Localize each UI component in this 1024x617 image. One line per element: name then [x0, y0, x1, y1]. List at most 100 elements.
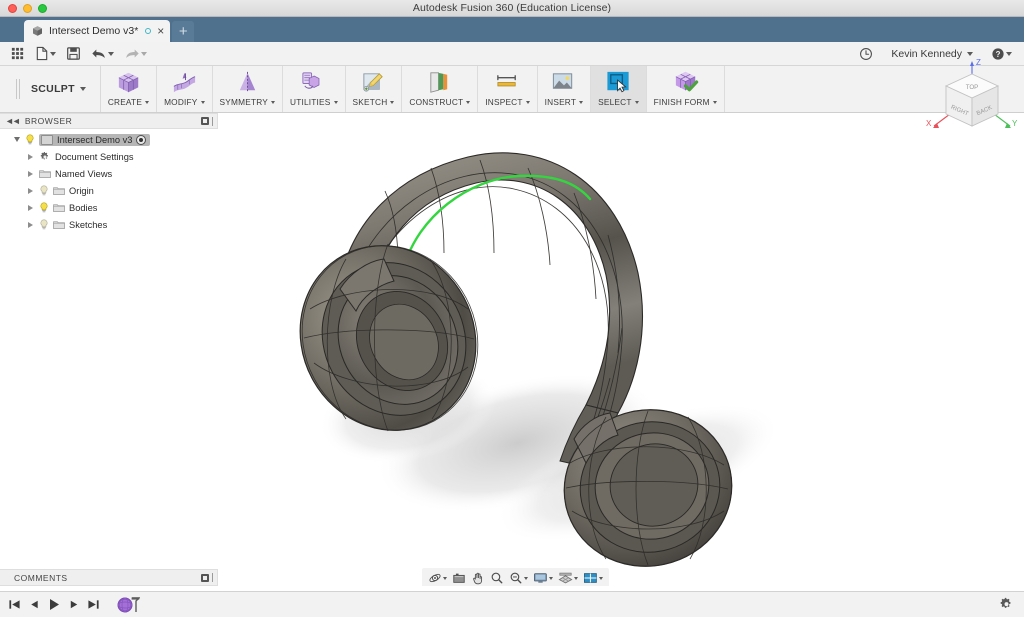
- file-menu-button[interactable]: [31, 44, 60, 63]
- browser-panel-header: ◄◄ BROWSER: [0, 113, 218, 129]
- panel-label: SYMMETRY: [220, 97, 275, 107]
- panel-resize-handle[interactable]: [212, 573, 213, 582]
- ribbon-panel-symmetry[interactable]: SYMMETRY: [213, 66, 283, 112]
- folder-icon: [53, 220, 65, 230]
- zoom-tool-button[interactable]: [488, 570, 506, 586]
- ribbon-panel-create[interactable]: CREATE: [101, 66, 157, 112]
- ribbon-panel-modify[interactable]: MODIFY: [157, 66, 212, 112]
- chevron-down-icon: [524, 577, 528, 580]
- viewcube[interactable]: Z X Y TOP RIGHT BACK: [924, 52, 1020, 147]
- tree-item-intersect-demo[interactable]: Intersect Demo v3: [0, 131, 218, 148]
- step-forward-button[interactable]: [68, 598, 80, 611]
- close-tab-icon[interactable]: ×: [157, 25, 164, 37]
- expander-icon[interactable]: [26, 152, 35, 161]
- panel-label: INSERT: [545, 97, 583, 107]
- radio-dot-icon[interactable]: [136, 135, 146, 145]
- headphones-model[interactable]: [218, 113, 1024, 571]
- job-status-button[interactable]: [855, 45, 877, 63]
- ribbon-panel-utilities[interactable]: UTILITIES: [283, 66, 346, 112]
- document-tabstrip: Intersect Demo v3* × +: [0, 17, 1024, 42]
- expander-icon[interactable]: [26, 169, 35, 178]
- unsaved-indicator-icon: [145, 28, 151, 34]
- orbit-tool-button[interactable]: [426, 570, 449, 586]
- play-button[interactable]: [47, 597, 61, 612]
- tspline-sphere-icon: [116, 595, 140, 615]
- viewports-icon: [583, 571, 598, 585]
- construct-plane-icon: [426, 69, 453, 96]
- ribbon-toolbar: SCULPT CREATE: [0, 66, 1024, 113]
- redo-button[interactable]: [120, 45, 151, 63]
- viewcube-faces[interactable]: TOP RIGHT BACK: [946, 74, 998, 126]
- expander-icon[interactable]: [12, 135, 21, 144]
- display-settings-button[interactable]: [531, 570, 555, 586]
- axis-label-z: Z: [976, 58, 981, 67]
- document-tab[interactable]: Intersect Demo v3* ×: [24, 20, 170, 42]
- chevron-down-icon: [549, 577, 553, 580]
- ribbon-panel-sketch[interactable]: SKETCH: [346, 66, 403, 112]
- tree-item-document-settings[interactable]: Document Settings: [0, 148, 218, 165]
- chevron-down-icon: [526, 101, 530, 104]
- panel-dock-icon[interactable]: [201, 574, 209, 582]
- panel-resize-handle[interactable]: [212, 117, 213, 126]
- viewcube-label-top: TOP: [966, 84, 979, 91]
- timeline-feature-marker[interactable]: [116, 595, 140, 615]
- visibility-bulb-icon[interactable]: [39, 219, 49, 230]
- orbit-icon: [428, 571, 442, 585]
- jump-to-beginning-button[interactable]: [8, 598, 21, 611]
- file-icon: [35, 46, 49, 61]
- panel-dock-icon[interactable]: [201, 117, 209, 125]
- visibility-bulb-icon[interactable]: [39, 185, 49, 196]
- chevron-down-icon: [574, 577, 578, 580]
- chevron-down-icon: [466, 101, 470, 104]
- expander-icon[interactable]: [26, 186, 35, 195]
- pan-tool-button[interactable]: [469, 570, 487, 586]
- axis-label-x: X: [926, 119, 932, 128]
- grid-snaps-button[interactable]: [556, 570, 580, 586]
- expander-icon[interactable]: [26, 220, 35, 229]
- workspace-selector[interactable]: SCULPT: [0, 66, 101, 112]
- look-at-tool-button[interactable]: [450, 570, 468, 586]
- grid-plane-icon: [558, 571, 573, 585]
- quick-access-left-group: [0, 44, 151, 63]
- timeline-settings-button[interactable]: [999, 596, 1014, 616]
- ribbon-panel-finish-form[interactable]: FINISH FORM: [647, 66, 725, 112]
- play-icon: [47, 597, 61, 612]
- gear-icon: [39, 151, 51, 163]
- zoom-fit-tool-button[interactable]: [507, 570, 530, 586]
- tree-item-sketches[interactable]: Sketches: [0, 216, 218, 233]
- tree-item-named-views[interactable]: Named Views: [0, 165, 218, 182]
- ribbon-panel-select[interactable]: SELECT: [591, 66, 646, 112]
- chevron-down-icon: [713, 101, 717, 104]
- show-data-panel-button[interactable]: [6, 44, 29, 63]
- comments-panel-header[interactable]: COMMENTS: [0, 569, 218, 586]
- model-viewport-content[interactable]: [218, 113, 1024, 571]
- document-icon: [41, 135, 53, 145]
- symmetry-mirror-icon: [234, 69, 261, 96]
- select-cursor-icon: [605, 69, 632, 96]
- chevron-down-icon: [201, 101, 205, 104]
- viewport-layout-button[interactable]: [581, 570, 605, 586]
- folder-icon: [39, 169, 51, 179]
- ribbon-panel-insert[interactable]: INSERT: [538, 66, 591, 112]
- undo-button[interactable]: [87, 45, 118, 63]
- visibility-bulb-icon[interactable]: [39, 202, 49, 213]
- sketch-pencil-icon: [360, 69, 387, 96]
- ribbon-panel-inspect[interactable]: INSPECT: [478, 66, 537, 112]
- tree-item-origin[interactable]: Origin: [0, 182, 218, 199]
- monitor-icon: [533, 571, 548, 585]
- expander-icon[interactable]: [26, 203, 35, 212]
- new-tab-button[interactable]: +: [172, 21, 194, 42]
- chevron-down-icon: [579, 101, 583, 104]
- visibility-bulb-icon[interactable]: [25, 134, 35, 145]
- ribbon-panel-construct[interactable]: CONSTRUCT: [402, 66, 478, 112]
- save-button[interactable]: [62, 44, 85, 63]
- jump-to-end-button[interactable]: [87, 598, 100, 611]
- tree-item-label: Intersect Demo v3: [57, 135, 132, 145]
- panel-icon-group: [605, 68, 632, 96]
- tree-item-label: Bodies: [69, 203, 97, 213]
- tree-item-bodies[interactable]: Bodies: [0, 199, 218, 216]
- collapse-browser-icon[interactable]: ◄◄: [5, 116, 19, 126]
- pan-hand-icon: [471, 571, 485, 585]
- step-backward-button[interactable]: [28, 598, 40, 611]
- quick-access-toolbar: Kevin Kennedy ?: [0, 42, 1024, 66]
